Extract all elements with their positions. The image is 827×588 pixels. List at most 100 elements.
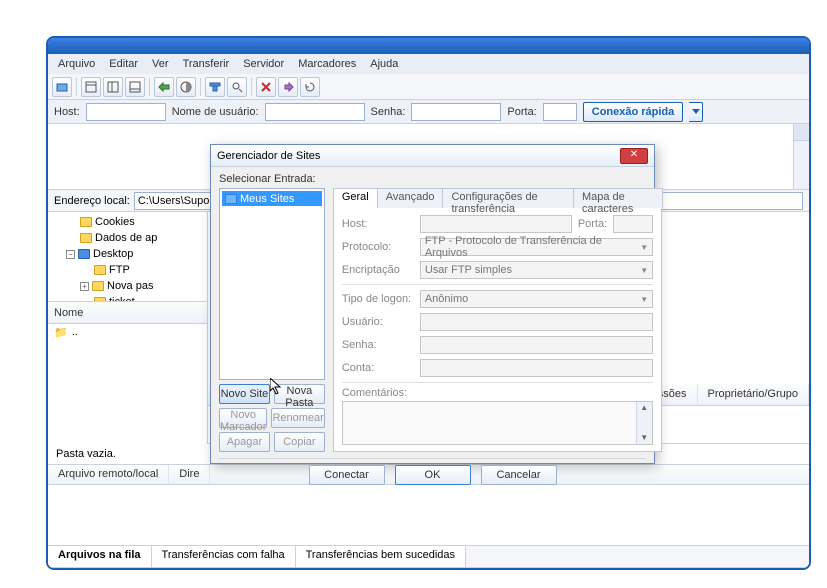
tree-ticket[interactable]: ticket — [48, 294, 207, 302]
senha-label: Senha: — [371, 106, 406, 118]
host-input[interactable] — [86, 103, 166, 121]
senha-input[interactable] — [411, 103, 501, 121]
field-enc-label: Encriptação — [342, 264, 414, 276]
novo-site-button[interactable]: Novo Site — [219, 384, 270, 404]
filter-icon[interactable] — [205, 77, 225, 97]
my-sites-node[interactable]: Meus Sites — [222, 191, 322, 206]
tab-falha[interactable]: Transferências com falha — [152, 546, 296, 567]
user-input[interactable] — [265, 103, 365, 121]
local-list-header[interactable]: Nome — [48, 302, 207, 324]
list-parent-dir[interactable]: 📁.. — [48, 324, 207, 340]
folder-icon — [80, 233, 92, 243]
field-conta-label: Conta: — [342, 362, 414, 374]
tree-desktop[interactable]: −Desktop — [48, 246, 207, 262]
field-user-label: Usuário: — [342, 316, 414, 328]
host-label: Host: — [54, 106, 80, 118]
tab-succ[interactable]: Transferências bem sucedidas — [296, 546, 466, 567]
up-icon: 📁 — [54, 326, 68, 339]
queue-list[interactable] — [48, 485, 809, 545]
queue-tabs: Arquivos na fila Transferências com falh… — [48, 545, 809, 567]
field-senha-label: Senha: — [342, 339, 414, 351]
menu-ver[interactable]: Ver — [146, 56, 175, 72]
tree-ftp[interactable]: FTP — [48, 262, 207, 278]
field-logon-label: Tipo de logon: — [342, 293, 414, 305]
renomear-button[interactable]: Renomear — [271, 408, 324, 428]
toolbar — [48, 74, 809, 100]
queue-col-dir[interactable]: Dire — [169, 465, 210, 484]
log-scrollbar[interactable] — [793, 124, 809, 189]
menubar: Arquivo Editar Ver Transferir Servidor M… — [48, 54, 809, 74]
tree-dados[interactable]: Dados de ap — [48, 230, 207, 246]
menu-editar[interactable]: Editar — [103, 56, 144, 72]
chevron-down-icon: ▼ — [640, 266, 648, 275]
quickconnect-button[interactable]: Conexão rápida — [583, 102, 684, 122]
cancel-icon[interactable] — [256, 77, 276, 97]
menu-transferir[interactable]: Transferir — [177, 56, 236, 72]
site-manager-icon[interactable] — [52, 77, 72, 97]
folder-icon — [92, 281, 104, 291]
user-label: Nome de usuário: — [172, 106, 259, 118]
sync-icon[interactable] — [154, 77, 174, 97]
ok-button[interactable]: OK — [395, 465, 471, 485]
apagar-button[interactable]: Apagar — [219, 432, 270, 452]
menu-ajuda[interactable]: Ajuda — [364, 56, 404, 72]
search-icon[interactable] — [227, 77, 247, 97]
queue-col-file[interactable]: Arquivo remoto/local — [48, 465, 169, 484]
conectar-button[interactable]: Conectar — [309, 465, 385, 485]
field-host-input[interactable] — [420, 215, 572, 233]
dialog-titlebar[interactable]: Gerenciador de Sites ✕ — [211, 145, 654, 167]
field-senha-input[interactable] — [420, 336, 653, 354]
tree-cookies[interactable]: Cookies — [48, 214, 207, 230]
tab-geral[interactable]: Geral — [333, 188, 378, 208]
field-logon-select[interactable]: Anônimo▼ — [420, 290, 653, 308]
field-porta-input[interactable] — [613, 215, 653, 233]
tab-charset[interactable]: Mapa de caracteres — [573, 188, 663, 208]
tab-avancado[interactable]: Avançado — [377, 188, 444, 208]
novo-marcador-button[interactable]: Novo Marcador — [219, 408, 267, 428]
reconnect-icon[interactable] — [300, 77, 320, 97]
local-file-list[interactable]: 📁.. — [48, 324, 207, 444]
nova-pasta-button[interactable]: Nova Pasta — [274, 384, 325, 404]
chevron-down-icon: ▼ — [640, 295, 648, 304]
cancelar-button[interactable]: Cancelar — [481, 465, 557, 485]
tab-fila[interactable]: Arquivos na fila — [48, 546, 152, 567]
folder-icon — [80, 217, 92, 227]
porta-input[interactable] — [543, 103, 577, 121]
local-tree[interactable]: Cookies Dados de ap −Desktop FTP +Nova p… — [48, 212, 207, 302]
scroll-up-icon[interactable]: ▲ — [639, 403, 649, 413]
local-addr-label: Endereço local: — [54, 195, 130, 207]
collapse-icon[interactable]: − — [66, 250, 75, 259]
close-button[interactable]: ✕ — [620, 148, 648, 164]
field-proto-select[interactable]: FTP - Protocolo de Transferência de Arqu… — [420, 238, 653, 256]
field-conta-input[interactable] — [420, 359, 653, 377]
tree-nova[interactable]: +Nova pas — [48, 278, 207, 294]
porta-label: Porta: — [507, 106, 536, 118]
disconnect-icon[interactable] — [278, 77, 298, 97]
settings-tabs: Geral Avançado Configurações de transfer… — [333, 188, 662, 208]
site-tree[interactable]: Meus Sites — [219, 188, 325, 380]
menu-arquivo[interactable]: Arquivo — [52, 56, 101, 72]
field-host-label: Host: — [342, 218, 414, 230]
site-manager-dialog: Gerenciador de Sites ✕ Selecionar Entrad… — [210, 144, 655, 464]
comment-scrollbar[interactable]: ▲ ▼ — [636, 402, 652, 444]
field-comment-label: Comentários: — [342, 387, 407, 399]
toggle-queue-icon[interactable] — [125, 77, 145, 97]
col-proprietario[interactable]: Proprietário/Grupo — [698, 384, 810, 405]
tab-transfer[interactable]: Configurações de transferência — [442, 188, 574, 208]
menu-servidor[interactable]: Servidor — [237, 56, 290, 72]
general-form: Host: Porta: Protocolo: FTP - Protocolo … — [333, 207, 662, 452]
compare-icon[interactable] — [176, 77, 196, 97]
expand-icon[interactable]: + — [80, 282, 89, 291]
toggle-log-icon[interactable] — [81, 77, 101, 97]
quickconnect-dropdown[interactable] — [689, 102, 703, 122]
titlebar[interactable] — [48, 38, 809, 54]
toggle-tree-icon[interactable] — [103, 77, 123, 97]
chevron-down-icon: ▼ — [640, 243, 648, 252]
menu-marcadores[interactable]: Marcadores — [292, 56, 362, 72]
copiar-button[interactable]: Copiar — [274, 432, 325, 452]
scroll-down-icon[interactable]: ▼ — [639, 433, 649, 443]
field-enc-select[interactable]: Usar FTP simples▼ — [420, 261, 653, 279]
field-comment-input[interactable]: ▲ ▼ — [342, 401, 653, 445]
quickconnect-bar: Host: Nome de usuário: Senha: Porta: Con… — [48, 100, 809, 124]
field-user-input[interactable] — [420, 313, 653, 331]
